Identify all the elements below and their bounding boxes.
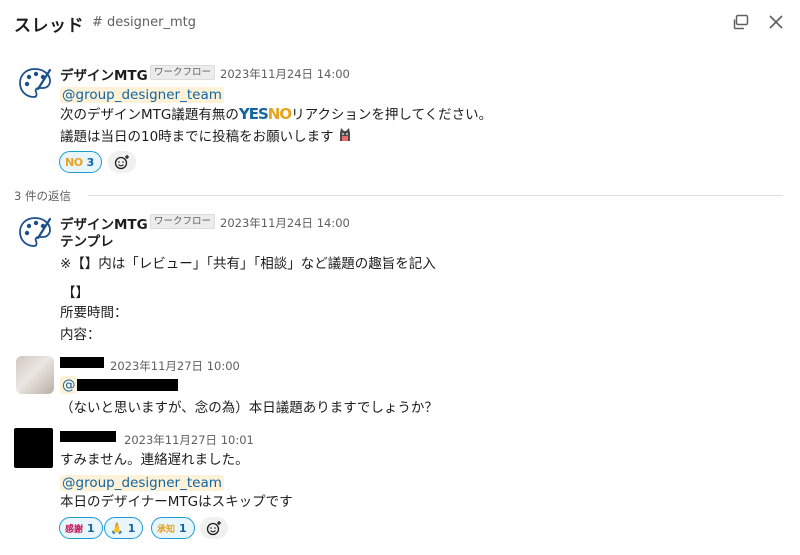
reaction-count: 1 [127, 521, 136, 535]
message-text: 本日のデザイナーMTGはスキップです [60, 494, 293, 510]
redacted-mention [76, 379, 178, 391]
timestamp[interactable]: 2023年11月27日 10:01 [124, 432, 254, 448]
redacted-name [60, 431, 116, 442]
message-text: 次のデザインMTG議題有無の [60, 107, 239, 123]
workflow-badge: ワークフロー [150, 214, 216, 229]
reaction-emoji: 承知 [157, 524, 176, 535]
reaction-count: 1 [179, 521, 187, 535]
workflow-avatar[interactable] [16, 213, 54, 251]
reply-count: 3 件の返信 [14, 189, 71, 203]
cat-emoji-icon [339, 128, 350, 141]
no-emoji: NO [267, 105, 292, 123]
divider [88, 195, 783, 196]
reaction-pray[interactable]: 🙏 1 [104, 517, 144, 539]
message-text: 議題は当日の10時までに投稿をお願いします [60, 129, 334, 145]
yes-emoji: YES [238, 105, 269, 123]
message-text: すみません。連絡遅れました。 [60, 452, 249, 468]
message-text: ※【】内は「レビュー」「共有」「相談」など議題の趣旨を記入 [60, 256, 436, 272]
thread-title: スレッド [14, 16, 84, 36]
reaction-no[interactable]: NO 3 [59, 151, 103, 173]
add-reaction-icon [206, 521, 221, 536]
message-text: （ないと思いますが、念の為）本日議題ありますでしょうか？ [60, 400, 438, 416]
palette-icon [19, 217, 52, 247]
message-text: リアクションを押してください。 [291, 107, 493, 123]
reaction-emoji: 感謝 [65, 524, 84, 535]
reaction-shouchi[interactable]: 承知 1 [151, 517, 195, 539]
workflow-badge: ワークフロー [150, 65, 216, 80]
sender-name[interactable]: デザインMTG [60, 64, 148, 84]
timestamp[interactable]: 2023年11月24日 14:00 [220, 66, 350, 82]
message-line: 次のデザインMTG議題有無のYESNOリアクションを押してください。 [60, 105, 492, 124]
reaction-count: 3 [86, 155, 95, 169]
user-avatar[interactable] [14, 428, 53, 468]
add-reaction-button[interactable] [108, 151, 136, 173]
message-title: テンプレ [60, 234, 114, 250]
workflow-avatar[interactable] [16, 64, 54, 102]
sender-name[interactable]: デザインMTG [60, 213, 148, 233]
message-line: 議題は当日の10時までに投稿をお願いします [60, 127, 352, 146]
reaction-emoji: 🙏 [110, 521, 124, 535]
timestamp[interactable]: 2023年11月27日 10:00 [110, 358, 240, 374]
user-avatar[interactable] [16, 356, 54, 394]
channel-name[interactable]: # designer_mtg [92, 15, 196, 30]
mention[interactable]: @group_designer_team [60, 87, 224, 103]
close-icon[interactable] [765, 11, 787, 33]
reaction-emoji: NO [65, 155, 83, 169]
mention-prefix: @ [60, 376, 77, 394]
message-text: 所要時間： [60, 305, 128, 321]
timestamp[interactable]: 2023年11月24日 14:00 [220, 215, 350, 231]
reaction-kansha[interactable]: 感謝 1 [59, 517, 103, 539]
palette-icon [19, 68, 52, 98]
reaction-count: 1 [87, 521, 95, 535]
popout-icon[interactable] [730, 11, 752, 33]
mention[interactable]: @group_designer_team [60, 475, 224, 491]
add-reaction-button[interactable] [200, 517, 228, 539]
mention[interactable]: @ [60, 376, 178, 394]
add-reaction-icon [114, 155, 129, 170]
redacted-name [60, 357, 104, 368]
message-text: 内容： [60, 327, 101, 343]
message-text: 【】 [62, 285, 89, 301]
